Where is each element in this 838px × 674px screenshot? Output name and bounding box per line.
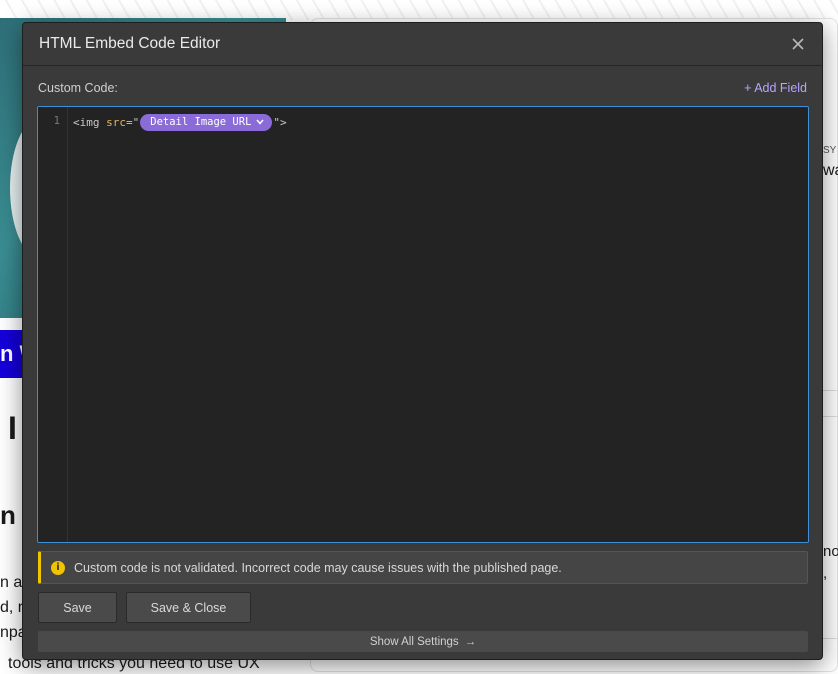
save-button[interactable]: Save (38, 592, 117, 623)
bg-heading-2: n S (0, 500, 22, 530)
bg-divider (822, 390, 838, 391)
hero-banner: n W (0, 330, 24, 378)
bg-right-text: , (823, 565, 828, 582)
field-pill-label: Detail Image URL (150, 116, 252, 128)
code-token-punct: =" (126, 115, 140, 129)
code-token-tag: <img (73, 115, 107, 129)
add-field-link[interactable]: + Add Field (744, 81, 807, 95)
bg-heading-1: I (8, 410, 17, 446)
background-pattern (0, 0, 838, 20)
code-line[interactable]: <img src =" Detail Image URL "> (73, 112, 287, 132)
modal-header: HTML Embed Code Editor (23, 23, 822, 66)
custom-code-label: Custom Code: (38, 81, 118, 95)
hero-banner-text: n W (0, 341, 24, 366)
info-icon: i (51, 560, 65, 575)
line-number-gutter: 1 (38, 107, 68, 542)
code-editor[interactable]: 1 <img src =" Detail Image URL "> (37, 106, 809, 543)
show-all-settings-button[interactable]: Show All Settings → (38, 631, 808, 652)
code-token-punct: "> (273, 115, 287, 129)
bg-right-text: wa (823, 162, 838, 179)
bg-paragraph-line: n as (0, 574, 22, 591)
bg-divider (822, 638, 838, 639)
custom-code-label-row: Custom Code: + Add Field (38, 81, 807, 95)
validation-warning: i Custom code is not validated. Incorrec… (38, 551, 808, 584)
bg-right-text: no (823, 543, 838, 560)
code-token-attr: src (106, 115, 126, 129)
html-embed-editor-modal: HTML Embed Code Editor Custom Code: + Ad… (22, 22, 823, 660)
bg-right-text: SY S (823, 145, 838, 156)
show-all-settings-label: Show All Settings (369, 635, 459, 648)
close-icon (792, 38, 804, 50)
bg-paragraph-line: npa (0, 624, 22, 641)
save-close-button[interactable]: Save & Close (126, 592, 251, 623)
bg-divider (822, 416, 838, 417)
modal-title: HTML Embed Code Editor (39, 35, 221, 52)
chevron-down-icon (256, 119, 264, 125)
close-button[interactable] (788, 34, 808, 54)
dynamic-field-pill[interactable]: Detail Image URL (140, 113, 273, 131)
arrow-right-icon: → (464, 635, 477, 648)
warning-text: Custom code is not validated. Incorrect … (74, 560, 562, 575)
bg-paragraph-line: d, r (0, 599, 22, 616)
line-number: 1 (53, 115, 60, 127)
